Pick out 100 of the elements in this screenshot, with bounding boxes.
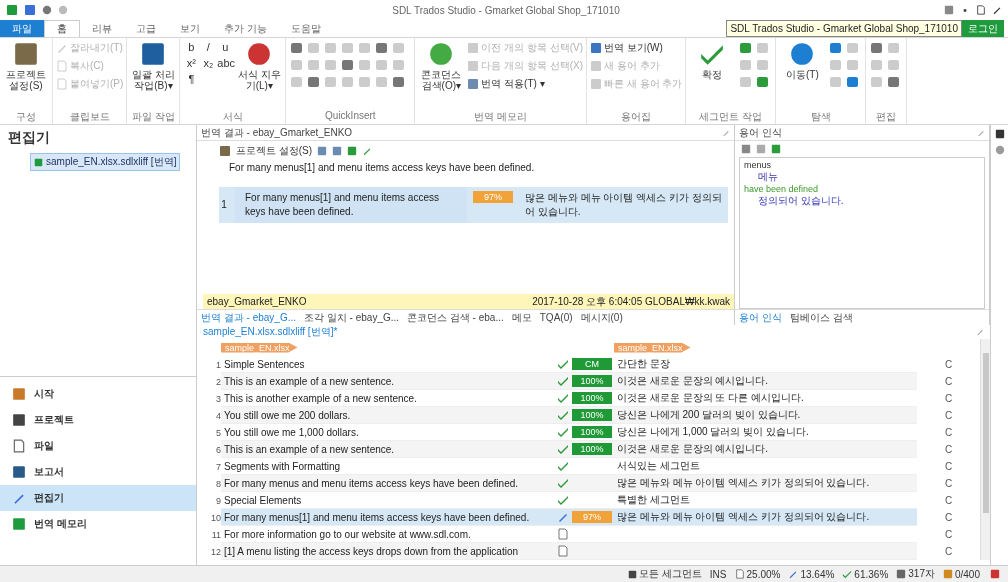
memory-icon[interactable]: [347, 146, 358, 156]
group-label: 서식: [221, 110, 244, 124]
eye-icon[interactable]: [994, 145, 1005, 155]
ribbon-button[interactable]: 번역 적용(T) ▾: [467, 77, 583, 91]
scrollbar-thumb[interactable]: [982, 353, 989, 513]
term-target: 메뉴: [757, 170, 778, 184]
row-number: 2: [216, 376, 221, 387]
ribbon-tab[interactable]: 리뷰: [80, 20, 124, 37]
source-text: For many menus[1] and menu items access keys have been defined.: [228, 161, 536, 175]
nav-item[interactable]: 시작: [0, 381, 196, 407]
memory-icon[interactable]: [332, 146, 343, 156]
status-letter: C: [944, 529, 953, 540]
row-number: 1: [216, 359, 221, 370]
pencil-icon: [788, 569, 799, 579]
status-letter: C: [944, 546, 953, 557]
nav-item[interactable]: 번역 메모리: [0, 511, 196, 537]
ribbon-button[interactable]: 콘코던스 검색(O)▾: [418, 41, 465, 91]
target-cell[interactable]: 특별한 세그먼트: [614, 492, 917, 509]
source-cell: [1] A menu listing the access keys drops down from the application: [221, 543, 556, 560]
target-cell[interactable]: 간단한 문장: [614, 356, 917, 373]
pane-tab[interactable]: 메시지(0): [580, 310, 623, 325]
status-letter: C: [944, 376, 953, 387]
nav-item[interactable]: 편집기: [0, 485, 196, 511]
target-cell[interactable]: 이것은 새로운 문장의 또 다른 예시입니다.: [614, 390, 917, 407]
file-icon: [34, 157, 43, 167]
pane-tab[interactable]: 용어 인식: [739, 310, 782, 325]
target-cell[interactable]: 많은 메뉴와 메뉴 아이템 엑세스 키가 정의되어 있습니다.: [614, 509, 917, 526]
target-cell[interactable]: 당신은 나에게 200 달러의 빚이 있습니다.: [614, 407, 917, 424]
ribbon-button[interactable]: 프로젝트 설정(S): [3, 41, 49, 91]
pane-title: 번역 결과 - ebay_Gmarket_ENKO: [201, 125, 354, 140]
nav-item[interactable]: 프로젝트: [0, 407, 196, 433]
copy-icon: [56, 60, 68, 72]
file-item[interactable]: sample_EN.xlsx.sdlxliff [번역]: [30, 153, 181, 171]
memory-icon[interactable]: [317, 146, 328, 156]
target-cell[interactable]: 많은 메뉴와 메뉴 아이템 엑세스 키가 정의되어 있습니다.: [614, 475, 917, 492]
ribbon-tab[interactable]: 추가 기능: [212, 20, 279, 37]
app-icon: [6, 4, 18, 16]
term-source: menus: [744, 160, 771, 170]
target-cell[interactable]: 이것은 새로운 문장의 예시입니다.: [614, 373, 917, 390]
ribbon-tab[interactable]: 도움말: [278, 20, 333, 37]
ribbon-button[interactable]: 확정: [689, 41, 736, 80]
pane-tab[interactable]: 조각 일치 - ebay_G...: [304, 310, 400, 325]
save-icon[interactable]: [24, 4, 36, 16]
status-value: 61.36%: [854, 568, 889, 580]
pane-tab[interactable]: 번역 결과 - ebay_G...: [201, 310, 297, 325]
nav-item[interactable]: 파일: [0, 433, 196, 459]
format-button[interactable]: b: [183, 41, 200, 53]
status-letter: C: [944, 427, 953, 438]
filter-icon: [628, 569, 638, 579]
filter-dropdown[interactable]: 모든 세그먼트: [628, 567, 702, 581]
maximize-icon[interactable]: [976, 5, 986, 15]
term-icon: [590, 60, 602, 72]
ribbon-button[interactable]: 서식 지우기(L)▾: [236, 41, 283, 91]
ribbon-tab[interactable]: 홈: [44, 20, 80, 37]
panel-title: 편집기: [7, 128, 51, 147]
ribbon-tab[interactable]: 보기: [168, 20, 212, 37]
file-tag: sample_EN.xlsx: [221, 342, 298, 353]
term-source: have been defined: [744, 184, 819, 194]
match-badge: 97%: [572, 511, 612, 523]
ribbon-button[interactable]: 일괄 처리 작업(B)▾: [130, 41, 177, 91]
format-button[interactable]: x₂: [200, 57, 217, 69]
status-letter: C: [944, 444, 953, 455]
ribbon-button[interactable]: 번역 보기(W): [590, 41, 683, 55]
login-button[interactable]: 로그인: [962, 20, 1004, 37]
ribbon-tab[interactable]: 고급: [124, 20, 168, 37]
pane-title: 용어 인식: [739, 125, 783, 140]
group-label: 세그먼트 작업: [698, 110, 764, 124]
pane-tab[interactable]: 텀베이스 검색: [789, 310, 853, 325]
nav-item[interactable]: 보고서: [0, 459, 196, 485]
paste-icon: [56, 78, 68, 90]
file-tag: sample_EN.xlsx: [614, 342, 691, 353]
format-button[interactable]: /: [200, 41, 217, 53]
status-value: 0/400: [954, 568, 980, 580]
pane-tab[interactable]: TQA(0): [539, 312, 573, 323]
result-source: For many menus[1] and menu items access keys have been defined.: [235, 187, 467, 223]
ribbon-tab[interactable]: 파일: [0, 20, 44, 37]
pane-tab[interactable]: 콘코던스 검색 - eba...: [407, 310, 504, 325]
format-button[interactable]: ¶: [183, 73, 200, 85]
memory-icon: [467, 60, 480, 72]
pane-tab[interactable]: 메모: [511, 310, 532, 325]
status-value: 25.00%: [746, 568, 781, 580]
result-number: 1: [220, 198, 228, 212]
format-button[interactable]: abc: [217, 57, 234, 69]
match-badge: 100%: [572, 392, 612, 404]
row-number: 5: [216, 427, 221, 438]
row-number: 8: [216, 478, 221, 489]
ribbon-button[interactable]: 이동(T): [779, 41, 826, 80]
target-cell[interactable]: 이것은 새로운 문장의 예시입니다.: [614, 441, 917, 458]
status-letter: C: [944, 359, 953, 370]
group-label: 구성: [15, 110, 37, 124]
document-tab[interactable]: sample_EN.xlsx.sdlxliff [번역]*: [203, 325, 338, 339]
format-button[interactable]: u: [217, 41, 234, 53]
filter-icon[interactable]: [994, 129, 1005, 139]
view-icon: [590, 42, 602, 54]
format-button[interactable]: x²: [183, 57, 200, 69]
row-number: 6: [216, 444, 221, 455]
target-cell[interactable]: 당신은 나에게 1,000 달러의 빚이 있습니다.: [614, 424, 917, 441]
memory-icon: [467, 42, 480, 54]
target-cell[interactable]: 서식있는 세그먼트: [614, 458, 917, 475]
toolbar-button[interactable]: 프로젝트 설정(S): [236, 144, 313, 158]
